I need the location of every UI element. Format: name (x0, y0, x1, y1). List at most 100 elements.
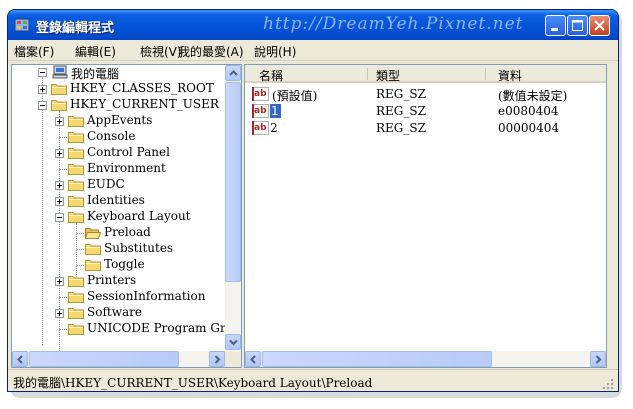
chevron-right-icon (214, 355, 221, 364)
tree-item[interactable]: Substitutes (12, 241, 225, 257)
scroll-down-button[interactable] (225, 334, 241, 350)
tree-item-label: HKEY_CURRENT_USER (70, 97, 219, 111)
folder-icon (68, 292, 84, 303)
expand-icon[interactable] (55, 277, 64, 286)
tree-item[interactable]: Software (12, 305, 225, 321)
title-bar[interactable]: 登錄編輯程式 http://DreamYeh.Pixnet.net (8, 10, 618, 40)
scroll-right-button[interactable] (590, 351, 606, 367)
key-tree[interactable]: 我的電腦 HKEY_CLASSES_ROOT HKEY_CURRENT_USER A… (11, 64, 242, 368)
collapse-icon[interactable] (55, 213, 64, 222)
folder-icon (68, 148, 84, 159)
tree-item[interactable]: Keyboard Layout (12, 209, 225, 225)
tree-item[interactable]: UNICODE Program Gro (12, 321, 233, 337)
column-header-type[interactable]: 類型 (376, 67, 400, 84)
expand-icon[interactable] (55, 309, 64, 318)
value-data: e0080404 (498, 104, 559, 118)
value-name-rename-field[interactable]: 1 (270, 104, 281, 118)
list-header: 名稱 類型 資料 (245, 65, 606, 84)
column-header-name[interactable]: 名稱 (259, 67, 283, 84)
value-row[interactable]: ab 2 REG_SZ 00000404 (245, 120, 606, 137)
tree-horizontal-scrollbar[interactable] (12, 351, 225, 367)
chevron-up-icon (229, 70, 238, 76)
tree-item[interactable]: Console (12, 129, 225, 145)
value-name: (預設值) (272, 89, 318, 103)
folder-icon (51, 84, 67, 95)
tree-item[interactable]: Printers (12, 273, 225, 289)
scroll-right-button[interactable] (209, 351, 225, 367)
value-name: 2 (270, 121, 278, 135)
menu-help[interactable]: 說明(H) (254, 43, 296, 60)
status-bar: 我的電腦\HKEY_CURRENT_USER\Keyboard Layout\P… (8, 369, 618, 391)
folder-icon (68, 180, 84, 191)
tree-item-my-computer[interactable]: 我的電腦 (12, 65, 241, 81)
computer-icon (52, 65, 68, 79)
tree-item[interactable]: HKEY_CLASSES_ROOT (12, 81, 225, 97)
column-header-data[interactable]: 資料 (498, 67, 522, 84)
tree-item[interactable]: AppEvents (12, 113, 225, 129)
scroll-thumb[interactable] (29, 351, 179, 367)
tree-item-label: AppEvents (87, 113, 153, 127)
tree-item[interactable]: SessionInformation (12, 289, 225, 305)
value-row[interactable]: ab 1 REG_SZ e0080404 (245, 103, 606, 120)
tree-item[interactable]: Preload (12, 225, 225, 241)
scroll-thumb[interactable] (225, 82, 241, 282)
tree-item[interactable]: HKEY_CURRENT_USER (12, 97, 225, 113)
value-type: REG_SZ (376, 104, 426, 118)
value-data: (數值未設定) (498, 89, 568, 103)
tree-item[interactable]: Toggle (12, 257, 225, 273)
close-icon (594, 20, 605, 31)
tree-line (59, 169, 67, 170)
tree-item[interactable]: Identities (12, 193, 225, 209)
chevron-left-icon (250, 355, 256, 364)
tree-item-label: Toggle (104, 257, 145, 271)
tree-item[interactable]: EUDC (12, 177, 225, 193)
expand-icon[interactable] (55, 149, 64, 158)
tree-item[interactable]: Environment (12, 161, 225, 177)
folder-icon (68, 116, 84, 127)
maximize-button[interactable] (567, 15, 588, 36)
tree-line (76, 265, 84, 266)
chevron-left-icon (17, 355, 23, 364)
expand-icon[interactable] (55, 117, 64, 126)
string-value-icon: ab (252, 104, 269, 118)
tree-item-label: Substitutes (104, 241, 174, 255)
open-folder-icon (85, 228, 101, 239)
list-horizontal-scrollbar[interactable] (245, 351, 606, 367)
folder-icon (85, 244, 101, 255)
value-list[interactable]: 名稱 類型 資料 ab (預設值) REG_SZ (數值未設定) ab 1 RE… (244, 64, 607, 368)
folder-icon (68, 324, 84, 335)
tree-vertical-scrollbar[interactable] (225, 65, 241, 350)
scroll-thumb[interactable] (262, 351, 492, 367)
column-divider[interactable] (367, 68, 368, 80)
menu-view[interactable]: 檢視(V) (140, 43, 182, 60)
registry-editor-window: 登錄編輯程式 http://DreamYeh.Pixnet.net 檔案(F) … (7, 9, 619, 392)
folder-icon (68, 164, 84, 175)
tree-line (59, 329, 67, 330)
tree-item-label: Environment (87, 161, 166, 175)
collapse-icon[interactable] (38, 68, 47, 77)
tree-item-label: EUDC (87, 177, 125, 191)
expand-icon[interactable] (55, 197, 64, 206)
value-row[interactable]: ab (預設值) REG_SZ (數值未設定) (245, 86, 606, 103)
menu-favorites[interactable]: 我的最愛(A) (178, 43, 244, 60)
close-button[interactable] (589, 15, 610, 36)
folder-icon (68, 308, 84, 319)
resize-grip-icon[interactable] (602, 378, 614, 390)
tree-line (76, 249, 84, 250)
scroll-up-button[interactable] (225, 65, 241, 81)
tree-item-label: Keyboard Layout (87, 209, 191, 223)
tree-item-label: 我的電腦 (71, 67, 120, 81)
minimize-button[interactable] (545, 15, 566, 36)
menu-edit[interactable]: 編輯(E) (75, 43, 116, 60)
scroll-left-button[interactable] (245, 351, 261, 367)
menu-file[interactable]: 檔案(F) (14, 43, 54, 60)
expand-icon[interactable] (55, 181, 64, 190)
chevron-down-icon (229, 339, 238, 346)
menu-bar: 檔案(F) 編輯(E) 檢視(V) 我的最愛(A) 說明(H) (8, 40, 618, 61)
tree-item-label: Preload (104, 225, 151, 239)
column-divider[interactable] (485, 68, 486, 80)
tree-item[interactable]: Control Panel (12, 145, 225, 161)
collapse-icon[interactable] (38, 101, 47, 110)
expand-icon[interactable] (38, 85, 47, 94)
scroll-left-button[interactable] (12, 351, 28, 367)
